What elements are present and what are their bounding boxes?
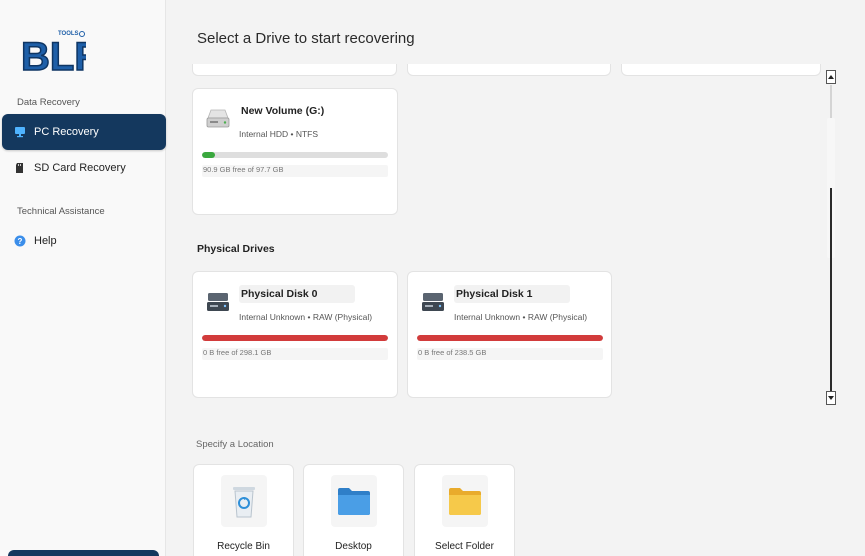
location-card-desktop[interactable]: Desktop [303, 464, 404, 556]
drive-card-physical-disk-1[interactable]: Physical Disk 1 Internal Unknown • RAW (… [407, 271, 612, 398]
scroll-down-button[interactable] [826, 391, 836, 405]
usage-bar-fill [417, 335, 603, 341]
hard-drive-icon [206, 109, 230, 128]
blr-tools-logo: BLR TOOLS [20, 31, 86, 78]
desktop-folder-icon [338, 488, 370, 515]
section-label-technical-assistance: Technical Assistance [17, 206, 105, 217]
drive-name: New Volume (G:) [241, 105, 325, 117]
drive-name: Physical Disk 0 [239, 285, 355, 303]
monitor-icon [14, 126, 26, 138]
location-icon-box [221, 475, 267, 527]
drive-card-physical-disk-0[interactable]: Physical Disk 0 Internal Unknown • RAW (… [192, 271, 398, 398]
scroll-thumb-indicator[interactable] [830, 188, 832, 391]
specify-location-label: Specify a Location [196, 439, 274, 450]
section-label-data-recovery: Data Recovery [17, 97, 80, 108]
question-circle-icon: ? [14, 235, 26, 247]
drive-card-new-volume[interactable]: New Volume (G:) Internal HDD • NTFS 90.9… [192, 88, 398, 215]
location-card-select-folder[interactable]: Select Folder [414, 464, 515, 556]
location-label: Recycle Bin [217, 541, 270, 552]
location-icon-box [331, 475, 377, 527]
location-label: Select Folder [435, 541, 494, 552]
drive-name: Physical Disk 1 [454, 285, 570, 303]
recycle-bin-icon [233, 487, 255, 518]
sidebar-item-sd-card-recovery[interactable]: SD Card Recovery [2, 150, 166, 186]
physical-disk-icon [422, 293, 444, 311]
sidebar-bottom-button[interactable] [8, 550, 159, 556]
physical-disk-icon [207, 293, 229, 311]
drive-card-partial[interactable] [192, 64, 397, 76]
svg-text:TOOLS: TOOLS [58, 31, 79, 37]
caret-up-icon [828, 75, 834, 79]
sidebar-item-label: SD Card Recovery [34, 162, 126, 174]
sidebar-item-label: Help [34, 235, 57, 247]
usage-bar-fill [202, 335, 388, 341]
page-title: Select a Drive to start recovering [197, 30, 415, 47]
sd-card-icon [14, 162, 26, 174]
svg-text:BLR: BLR [21, 35, 86, 78]
drive-meta: Internal HDD • NTFS [239, 129, 319, 139]
section-heading-physical-drives: Physical Drives [197, 243, 275, 255]
usage-bar [202, 152, 388, 158]
free-space-text: 0 B free of 298.1 GB [202, 348, 388, 360]
folder-icon [449, 488, 481, 515]
usage-bar-fill [202, 152, 216, 158]
sidebar-item-label: PC Recovery [34, 126, 99, 138]
drive-card-partial[interactable] [407, 64, 611, 76]
free-space-text: 90.9 GB free of 97.7 GB [202, 165, 388, 177]
caret-down-icon [828, 396, 834, 400]
location-icon-box [442, 475, 488, 527]
sidebar-item-help[interactable]: ? Help [2, 223, 166, 259]
drive-meta: Internal Unknown • RAW (Physical) [454, 312, 588, 322]
free-space-text: 0 B free of 238.5 GB [417, 348, 603, 360]
usage-bar [417, 335, 603, 341]
location-card-recycle-bin[interactable]: Recycle Bin [193, 464, 294, 556]
sidebar: BLR TOOLS Data Recovery PC Recovery SD C… [0, 0, 166, 556]
location-label: Desktop [335, 541, 372, 552]
usage-bar [202, 335, 388, 341]
scroll-up-button[interactable] [826, 70, 836, 84]
sidebar-item-pc-recovery[interactable]: PC Recovery [2, 114, 166, 150]
drive-meta: Internal Unknown • RAW (Physical) [239, 312, 373, 322]
svg-text:?: ? [18, 237, 23, 246]
drive-card-partial[interactable] [621, 64, 821, 76]
drive-list-scrollbar[interactable] [825, 70, 837, 407]
